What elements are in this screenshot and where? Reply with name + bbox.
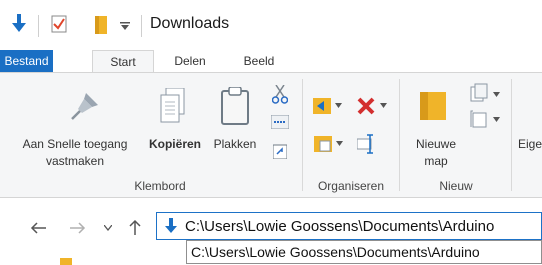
quick-access-separator bbox=[38, 15, 39, 37]
group-separator bbox=[302, 79, 303, 191]
rename-icon[interactable] bbox=[357, 133, 375, 155]
copy-path-icon[interactable] bbox=[271, 115, 289, 129]
group-label-organize: Organiseren bbox=[317, 179, 385, 193]
customize-dropdown-icon[interactable] bbox=[120, 22, 130, 30]
group-separator bbox=[511, 79, 512, 191]
new-folder-large-icon[interactable] bbox=[420, 90, 448, 120]
new-folder-button-line2[interactable]: map bbox=[409, 153, 463, 169]
properties-check-icon[interactable] bbox=[51, 15, 67, 33]
paste-icon[interactable] bbox=[220, 87, 250, 125]
move-to-icon[interactable] bbox=[311, 95, 333, 117]
tab-delen[interactable]: Delen bbox=[165, 50, 215, 72]
copy-to-icon[interactable] bbox=[312, 133, 334, 155]
paste-button[interactable]: Plakken bbox=[205, 136, 265, 152]
new-item-icon[interactable] bbox=[470, 83, 490, 103]
paste-shortcut-icon[interactable] bbox=[273, 143, 287, 159]
navigation-bar: C:\Users\Lowie Goossens\Documents\Arduin… bbox=[0, 198, 542, 265]
copy-icon[interactable] bbox=[160, 88, 186, 124]
back-arrow-icon[interactable] bbox=[30, 222, 46, 234]
chevron-down-icon[interactable] bbox=[335, 103, 342, 108]
explorer-window: Downloads Bestand Start Delen Beeld Aan … bbox=[0, 0, 542, 265]
tab-bestand[interactable]: Bestand bbox=[0, 50, 53, 72]
new-folder-button[interactable]: Nieuwe bbox=[409, 136, 463, 152]
properties-button-partial[interactable]: Eige bbox=[518, 136, 542, 152]
pin-icon[interactable] bbox=[70, 91, 100, 121]
pin-quick-access-label-2[interactable]: vastmaken bbox=[0, 153, 150, 169]
download-arrow-icon bbox=[165, 218, 177, 233]
group-label-new: Nieuw bbox=[439, 179, 473, 193]
title-bar: Downloads bbox=[0, 0, 542, 50]
new-folder-icon[interactable] bbox=[95, 16, 107, 34]
up-arrow-icon[interactable] bbox=[129, 219, 141, 235]
group-label-clipboard: Klembord bbox=[134, 179, 186, 193]
chevron-down-icon[interactable] bbox=[380, 103, 387, 108]
ribbon-panel: Aan Snelle toegang vastmaken Kopiëren Pl… bbox=[0, 72, 542, 198]
chevron-down-icon[interactable] bbox=[493, 92, 500, 97]
window-title: Downloads bbox=[150, 15, 230, 32]
title-separator bbox=[141, 15, 142, 37]
cut-icon[interactable] bbox=[272, 85, 288, 105]
recent-locations-chevron-icon[interactable] bbox=[104, 225, 112, 231]
forward-arrow-icon[interactable] bbox=[70, 222, 86, 234]
tab-beeld[interactable]: Beeld bbox=[234, 50, 284, 72]
address-suggestion-item[interactable]: C:\Users\Lowie Goossens\Documents\Arduin… bbox=[186, 240, 542, 264]
copy-button[interactable]: Kopiëren bbox=[148, 136, 202, 152]
chevron-down-icon[interactable] bbox=[336, 141, 343, 146]
group-separator bbox=[399, 79, 400, 191]
download-arrow-icon[interactable] bbox=[12, 14, 26, 34]
pin-quick-access-label[interactable]: Aan Snelle toegang bbox=[0, 136, 150, 152]
delete-icon[interactable] bbox=[356, 96, 376, 116]
chevron-down-icon[interactable] bbox=[493, 117, 500, 122]
folder-icon bbox=[60, 258, 72, 265]
ribbon-tabs: Bestand Start Delen Beeld bbox=[0, 50, 542, 73]
tab-start[interactable]: Start bbox=[92, 50, 154, 73]
easy-access-icon[interactable] bbox=[470, 109, 490, 129]
address-input[interactable] bbox=[185, 216, 535, 236]
address-bar[interactable] bbox=[156, 212, 542, 240]
